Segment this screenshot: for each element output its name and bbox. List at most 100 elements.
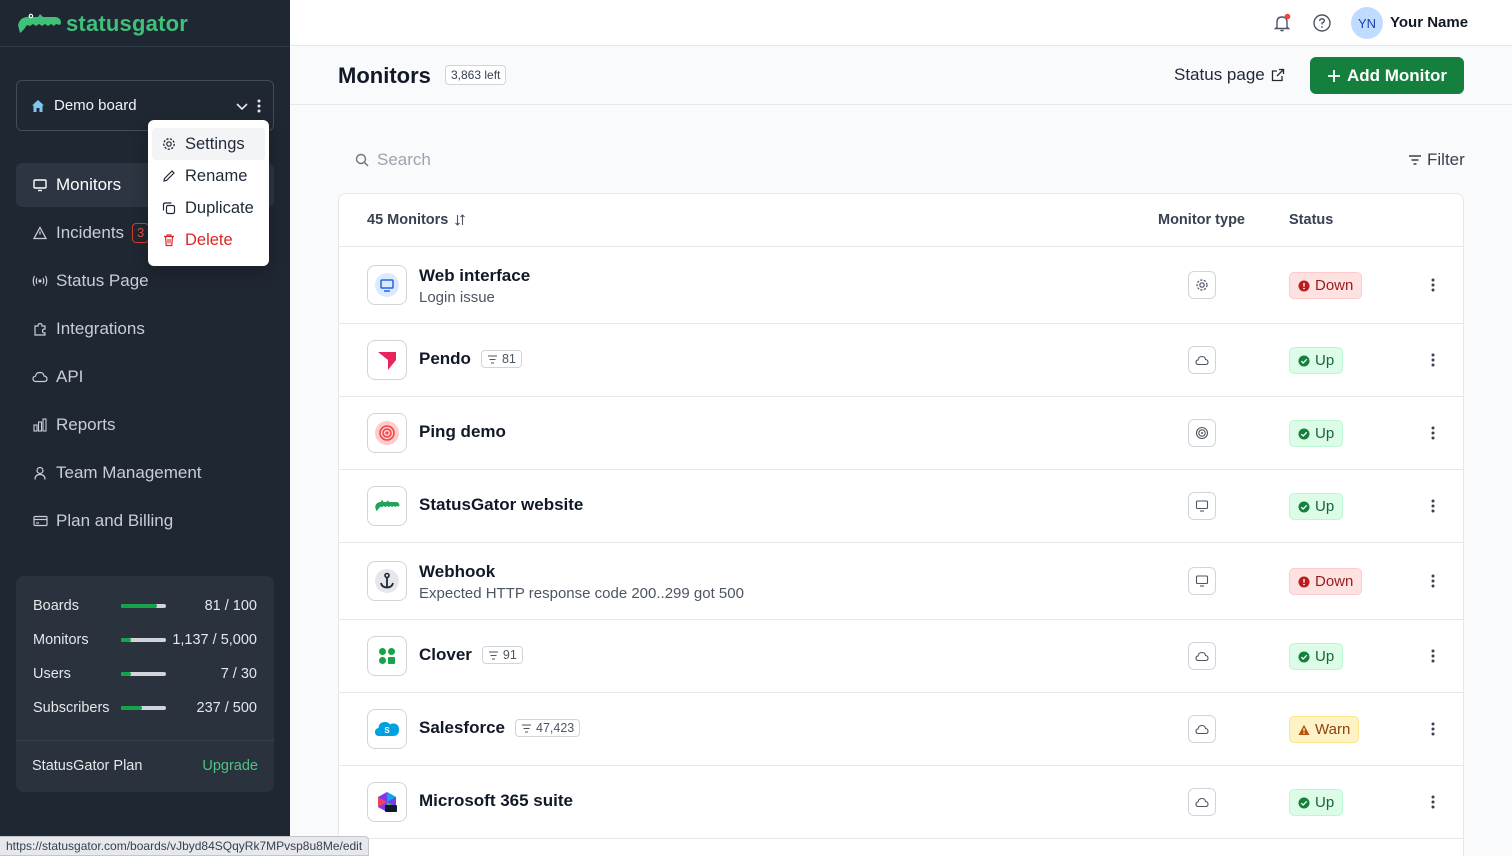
- menu-item-settings[interactable]: Settings: [152, 128, 265, 160]
- nav-label: Integrations: [56, 319, 145, 338]
- status-text: Up: [1315, 648, 1335, 665]
- table-row[interactable]: Pendo 81 Up: [339, 324, 1463, 397]
- nav-label: Status Page: [56, 271, 149, 290]
- menu-item-rename[interactable]: Rename: [152, 160, 265, 192]
- status-badge: Up: [1289, 643, 1344, 670]
- menu-item-duplicate[interactable]: Duplicate: [152, 192, 265, 224]
- gator-icon: [16, 11, 62, 37]
- row-more-icon[interactable]: [1427, 792, 1439, 812]
- row-more-icon[interactable]: [1427, 423, 1439, 443]
- status-text: Warn: [1315, 721, 1351, 738]
- status-bar-url: https://statusgator.com/boards/vJbyd84SQ…: [0, 836, 370, 856]
- usage-value: 237 / 500: [196, 700, 257, 716]
- monitor-detail: Login issue: [419, 289, 495, 306]
- monitor-name[interactable]: Pendo 81: [419, 349, 522, 369]
- nav-item-reports[interactable]: Reports: [16, 403, 274, 447]
- table-row[interactable]: Ping demo Up: [339, 397, 1463, 470]
- ping-logo: [367, 413, 407, 453]
- svg-text:S: S: [384, 726, 390, 735]
- nav-item-team-management[interactable]: Team Management: [16, 451, 274, 495]
- upgrade-link[interactable]: Upgrade: [202, 758, 258, 774]
- usage-panel: Boards 81 / 100 Monitors 1,137 / 5,000 U…: [16, 576, 274, 792]
- monitor-name-text: StatusGator website: [419, 495, 584, 514]
- table-row[interactable]: Microsoft 365 suite Up: [339, 766, 1463, 839]
- table-row[interactable]: Webhook Expected HTTP response code 200.…: [339, 543, 1463, 620]
- menu-item-label: Delete: [185, 230, 233, 249]
- bar-chart-icon: [32, 417, 48, 433]
- table-row[interactable]: StatusGator website Up: [339, 470, 1463, 543]
- sort-icon: [454, 214, 466, 226]
- monitor-name[interactable]: Web interface: [419, 266, 530, 286]
- board-more-icon[interactable]: [257, 99, 261, 113]
- row-more-icon[interactable]: [1427, 571, 1439, 591]
- user-name[interactable]: Your Name: [1390, 14, 1468, 31]
- monitor-icon: [1188, 567, 1216, 595]
- nav-item-integrations[interactable]: Integrations: [16, 307, 274, 351]
- filter-icon: [1408, 154, 1422, 166]
- alert-circle-icon: [1298, 280, 1310, 292]
- monitor-name-text: Salesforce: [419, 718, 505, 737]
- status-text: Up: [1315, 352, 1335, 369]
- monitor-name-text: Ping demo: [419, 422, 506, 441]
- nav-label: API: [56, 367, 84, 386]
- monitor-name[interactable]: Microsoft 365 suite: [419, 791, 573, 811]
- monitor-name-text: Clover: [419, 645, 472, 664]
- table-row[interactable]: S Salesforce 47,423 Warn: [339, 693, 1463, 766]
- nav-item-api[interactable]: API: [16, 355, 274, 399]
- usage-label: Boards: [33, 598, 79, 614]
- nav-label: Incidents: [56, 223, 125, 242]
- pencil-icon: [162, 169, 176, 183]
- usage-row-boards: Boards 81 / 100: [33, 596, 257, 616]
- monitor-name-text: Pendo: [419, 349, 471, 368]
- page-header: Monitors 3,863 left Status page Add Moni…: [290, 47, 1512, 105]
- trash-icon: [162, 233, 176, 247]
- monitor-name[interactable]: Ping demo: [419, 422, 506, 442]
- board-name: Demo board: [54, 97, 137, 114]
- usage-label: Subscribers: [33, 700, 110, 716]
- chevron-down-icon[interactable]: [235, 99, 249, 113]
- status-badge: Up: [1289, 420, 1344, 447]
- search-input[interactable]: Search: [355, 150, 431, 170]
- copy-icon: [162, 201, 176, 215]
- monitors-count-sort[interactable]: 45 Monitors: [367, 212, 466, 228]
- row-more-icon[interactable]: [1427, 496, 1439, 516]
- avatar[interactable]: YN: [1351, 7, 1383, 39]
- menu-item-delete[interactable]: Delete: [152, 224, 265, 256]
- row-more-icon[interactable]: [1427, 646, 1439, 666]
- monitor-name-text: Web interface: [419, 266, 531, 285]
- monitor-name[interactable]: Webhook: [419, 562, 495, 582]
- usage-bar: [121, 604, 166, 608]
- usage-label: Monitors: [33, 632, 89, 648]
- status-badge: Down: [1289, 272, 1363, 299]
- monitor-icon: [1188, 492, 1216, 520]
- component-count-chip: 47,423: [515, 719, 581, 737]
- row-more-icon[interactable]: [1427, 350, 1439, 370]
- table-row[interactable]: Clover 91 Up: [339, 620, 1463, 693]
- row-more-icon[interactable]: [1427, 275, 1439, 295]
- page-title: Monitors: [338, 63, 431, 88]
- check-circle-icon: [1298, 355, 1310, 367]
- monitor-name-text: Microsoft 365 suite: [419, 791, 573, 810]
- monitor-name[interactable]: StatusGator website: [419, 495, 583, 515]
- table-row[interactable]: Web interface Login issue Down: [339, 247, 1463, 324]
- gear-icon: [1188, 271, 1216, 299]
- status-page-link[interactable]: Status page: [1174, 65, 1285, 85]
- bell-icon[interactable]: [1272, 13, 1292, 33]
- monitor-name[interactable]: Salesforce 47,423: [419, 718, 581, 738]
- menu-item-label: Settings: [185, 134, 245, 153]
- sidebar-divider: [0, 46, 290, 47]
- status-text: Up: [1315, 794, 1335, 811]
- filter-button[interactable]: Filter: [1408, 150, 1465, 170]
- help-icon[interactable]: [1312, 13, 1332, 33]
- monitor-name[interactable]: Clover 91: [419, 645, 523, 665]
- nav-label: Plan and Billing: [56, 511, 174, 530]
- nav-item-plan-and-billing[interactable]: Plan and Billing: [16, 499, 274, 543]
- add-monitor-button[interactable]: Add Monitor: [1310, 57, 1464, 94]
- alert-circle-icon: [1298, 576, 1310, 588]
- salesforce-logo: S: [367, 709, 407, 749]
- row-more-icon[interactable]: [1427, 719, 1439, 739]
- search-icon: [355, 153, 369, 167]
- statusgator-logo[interactable]: statusgator: [16, 8, 188, 40]
- column-monitor-type: Monitor type: [1158, 212, 1245, 228]
- statusgator-logo: [367, 486, 407, 526]
